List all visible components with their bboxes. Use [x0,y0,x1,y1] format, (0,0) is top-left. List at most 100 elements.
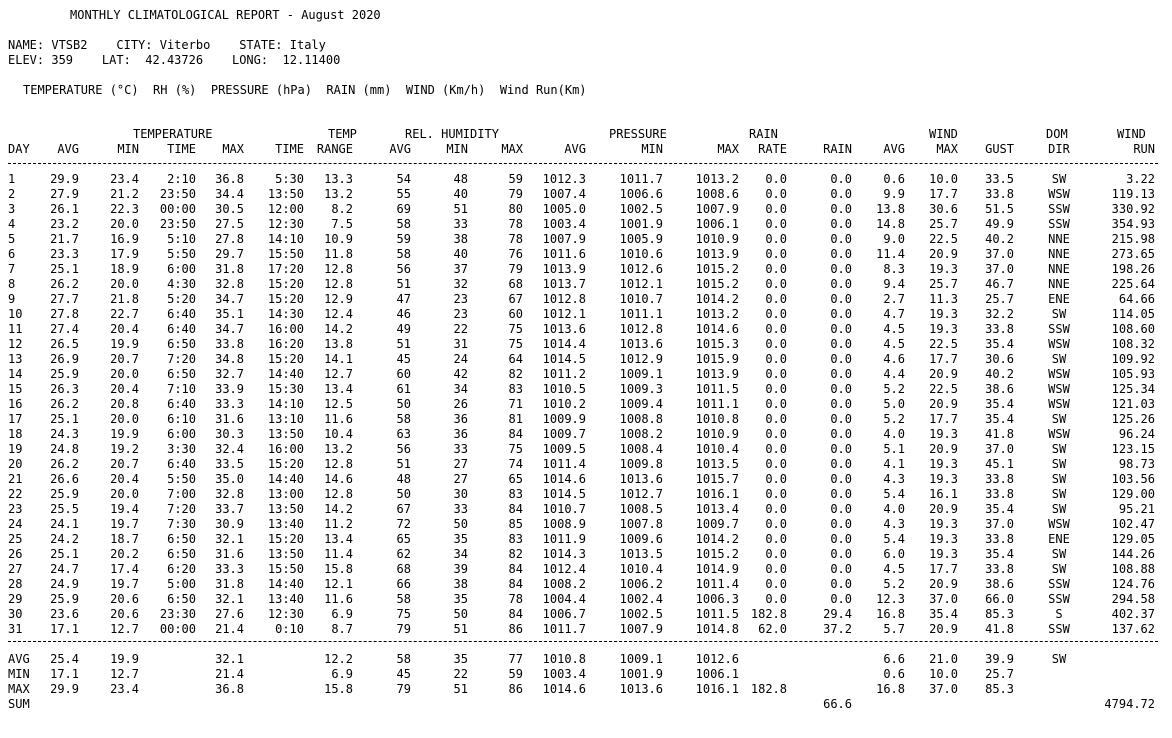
summary-cell: 1009.1 [619,652,663,666]
table-cell: 215.98 [1111,232,1155,246]
table-cell: 105.93 [1111,367,1155,381]
table-cell: 96.24 [1118,427,1155,441]
table-cell: 1006.6 [619,187,663,201]
table-cell: 35.4 [985,547,1014,561]
table-cell: 1011.7 [542,622,586,636]
table-cell: 85.3 [985,607,1014,621]
table-cell: 40.2 [985,232,1014,246]
table-cell: 1005.0 [542,202,586,216]
table-cell: 119.13 [1111,187,1155,201]
table-cell: 37.0 [985,262,1014,276]
table-cell: 1010.6 [619,247,663,261]
table-cell: 38.6 [985,382,1014,396]
table-cell: 273.65 [1111,247,1155,261]
table-cell: 1008.8 [619,412,663,426]
summary-cell: 23.4 [110,682,139,696]
table-cell: 225.64 [1111,277,1155,291]
table-cell: 1008.2 [542,577,586,591]
summary-cell: 1010.8 [542,652,586,666]
table-cell: 102.47 [1111,517,1155,531]
group-header-pressure: PRESSURE [609,127,667,141]
table-cell: 1010.5 [542,382,586,396]
table-cell: 95.21 [1118,502,1155,516]
table-cell: 1011.9 [542,532,586,546]
table-cell: 1005.9 [619,232,663,246]
table-cell: 1012.7 [619,487,663,501]
table-cell: 1006.2 [619,577,663,591]
table-cell: 1009.3 [619,382,663,396]
table-cell: 402.37 [1111,607,1155,621]
header-divider [8,163,1158,164]
table-cell: 108.60 [1111,322,1155,336]
summary-cell: 1003.4 [542,667,586,681]
table-cell: 30.6 [985,352,1014,366]
report-title: MONTHLY CLIMATOLOGICAL REPORT - August 2… [70,8,381,22]
summary-cell: SUM [8,697,30,711]
units-legend: TEMPERATURE (°C) RH (%) PRESSURE (hPa) R… [23,83,587,97]
table-cell: 46.7 [985,277,1014,291]
table-cell: 66.0 [985,592,1014,606]
table-cell: 354.93 [1111,217,1155,231]
table-cell: 1012.1 [619,277,663,291]
table-cell: 41.8 [985,622,1014,636]
table-cell: 1009.8 [619,457,663,471]
table-cell: 33.8 [985,562,1014,576]
table-cell: 33.8 [985,532,1014,546]
table-cell: 1007.9 [542,232,586,246]
table-cell: 1003.4 [542,217,586,231]
group-header-rel-humidity: REL. HUMIDITY [405,127,499,141]
table-cell: 1008.5 [619,502,663,516]
table-cell: 1013.6 [619,472,663,486]
summary-cell: 1012.6 [695,652,739,666]
table-cell: 1010.7 [542,502,586,516]
table-cell: 41.8 [985,427,1014,441]
table-cell: 125.34 [1111,382,1155,396]
group-header-dom: DOM [1046,127,1068,141]
table-cell: 1009.1 [619,367,663,381]
table-cell: 1012.3 [542,172,586,186]
table-cell: 1009.4 [619,397,663,411]
table-cell: 129.05 [1111,532,1155,546]
summary-divider [8,641,1158,642]
table-cell: 1010.4 [619,562,663,576]
table-cell: 1010.7 [619,292,663,306]
table-cell: 1007.9 [619,622,663,636]
summary-cell: 32.1 [215,652,244,666]
table-cell: 1012.4 [542,562,586,576]
table-cell: 1012.9 [619,352,663,366]
table-cell: 25.7 [985,292,1014,306]
table-cell: 33.8 [985,187,1014,201]
table-cell: 1013.6 [619,337,663,351]
table-cell: 1002.5 [619,202,663,216]
table-cell: 1014.6 [542,472,586,486]
summary-cell: 39.9 [985,652,1014,666]
summary-cell: 12.7 [110,667,139,681]
summary-cell: 85.3 [985,682,1014,696]
summary-cell: 36.8 [215,682,244,696]
table-cell: 1008.9 [542,517,586,531]
table-cell: 114.05 [1111,307,1155,321]
table-cell: 32.2 [985,307,1014,321]
table-cell: 51.5 [985,202,1014,216]
table-cell: 35.4 [985,502,1014,516]
summary-cell: 4794.72 [1104,697,1155,711]
table-cell: 1013.5 [619,547,663,561]
table-cell: 33.8 [985,487,1014,501]
table-cell: 1012.1 [542,307,586,321]
table-cell: 108.88 [1111,562,1155,576]
group-header-wind: WIND [929,127,958,141]
table-cell: 3.22 [1126,172,1155,186]
table-cell: 49.9 [985,217,1014,231]
table-cell: 64.66 [1118,292,1155,306]
table-cell: 1007.8 [619,517,663,531]
table-cell: 1009.6 [619,532,663,546]
table-cell: 125.26 [1111,412,1155,426]
column-header: MIN [641,142,663,156]
summary-cell: 21.4 [215,667,244,681]
summary-cell: 1013.6 [619,682,663,696]
table-cell: 1010.2 [542,397,586,411]
table-cell: 38.6 [985,577,1014,591]
summary-cell: 1014.6 [542,682,586,696]
table-cell: 1008.2 [619,427,663,441]
station-info-line: NAME: VTSB2 CITY: Viterbo STATE: Italy [8,38,326,52]
